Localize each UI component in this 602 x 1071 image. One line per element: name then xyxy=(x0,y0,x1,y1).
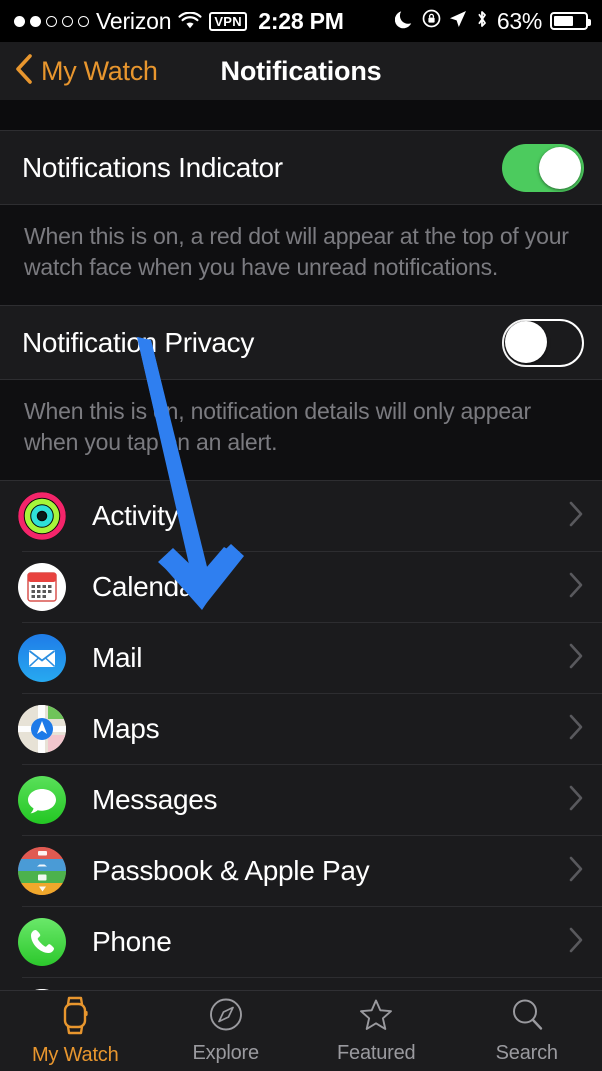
do-not-disturb-moon-icon xyxy=(395,9,414,34)
tab-label-explore: Explore xyxy=(193,1042,259,1065)
tab-bar[interactable]: My Watch Explore Featured xyxy=(0,990,602,1071)
app-label-mail: Mail xyxy=(92,642,568,674)
activity-app-icon xyxy=(18,492,66,540)
tab-label-featured: Featured xyxy=(337,1042,415,1065)
carrier-label: Verizon xyxy=(96,8,171,35)
notification-privacy-group: Notification Privacy xyxy=(0,306,602,379)
cellular-signal-dots xyxy=(14,16,89,27)
chevron-right-icon xyxy=(568,926,584,959)
tab-featured[interactable]: Featured xyxy=(301,991,452,1071)
tab-explore[interactable]: Explore xyxy=(151,991,302,1071)
signal-dot-filled xyxy=(14,16,25,27)
mail-app-icon xyxy=(18,634,66,682)
app-row-activity[interactable]: Activity xyxy=(0,481,602,551)
navigation-bar: My Watch Notifications xyxy=(0,42,602,100)
notifications-indicator-group: Notifications Indicator xyxy=(0,131,602,204)
toggle-knob xyxy=(539,147,581,189)
app-row-passbook[interactable]: Passbook & Apple Pay xyxy=(0,836,602,906)
chevron-right-icon xyxy=(568,855,584,888)
app-notification-list: Activity xyxy=(0,481,602,1048)
app-row-messages[interactable]: Messages xyxy=(0,765,602,835)
chevron-right-icon xyxy=(568,784,584,817)
status-bar: Verizon VPN 2:28 PM xyxy=(0,0,602,42)
compass-icon xyxy=(209,997,243,1038)
location-arrow-icon xyxy=(449,10,467,33)
status-bar-left: Verizon VPN xyxy=(14,8,247,35)
app-label-passbook: Passbook & Apple Pay xyxy=(92,855,568,887)
app-row-mail[interactable]: Mail xyxy=(0,623,602,693)
signal-dot-empty xyxy=(46,16,57,27)
settings-list[interactable]: Notifications Indicator When this is on,… xyxy=(0,100,602,1071)
chevron-left-icon xyxy=(14,53,34,90)
chevron-right-icon xyxy=(568,500,584,533)
status-bar-right: 63% xyxy=(395,8,588,35)
app-label-phone: Phone xyxy=(92,926,568,958)
star-icon xyxy=(358,997,394,1038)
tab-my-watch[interactable]: My Watch xyxy=(0,991,151,1071)
app-row-maps[interactable]: Maps xyxy=(0,694,602,764)
chevron-right-icon xyxy=(568,713,584,746)
phone-app-icon xyxy=(18,918,66,966)
chevron-right-icon xyxy=(568,571,584,604)
vpn-badge: VPN xyxy=(209,12,247,31)
iphone-screen: Verizon VPN 2:28 PM xyxy=(0,0,602,1071)
app-label-maps: Maps xyxy=(92,713,568,745)
notification-privacy-toggle[interactable] xyxy=(502,319,584,367)
notification-privacy-footer: When this is on, notification details wi… xyxy=(0,380,602,480)
notifications-indicator-toggle[interactable] xyxy=(502,144,584,192)
rotation-lock-icon xyxy=(422,9,441,33)
app-row-phone[interactable]: Phone xyxy=(0,907,602,977)
app-label-messages: Messages xyxy=(92,784,568,816)
wifi-icon xyxy=(178,12,202,30)
tab-label-my-watch: My Watch xyxy=(32,1044,119,1067)
top-spacer xyxy=(0,100,602,130)
signal-dot-filled xyxy=(30,16,41,27)
toggle-knob xyxy=(505,321,547,363)
battery-icon xyxy=(550,12,588,30)
bluetooth-icon xyxy=(475,9,489,34)
notification-privacy-label: Notification Privacy xyxy=(22,327,502,359)
watch-icon xyxy=(58,995,92,1040)
back-button[interactable]: My Watch xyxy=(14,53,158,90)
battery-percent-label: 63% xyxy=(497,8,542,35)
calendar-app-icon xyxy=(18,563,66,611)
battery-fill xyxy=(554,16,573,26)
app-label-calendar: Calendar xyxy=(92,571,568,603)
notifications-indicator-label: Notifications Indicator xyxy=(22,152,502,184)
signal-dot-empty xyxy=(78,16,89,27)
row-notifications-indicator[interactable]: Notifications Indicator xyxy=(0,131,602,204)
app-row-calendar[interactable]: Calendar xyxy=(0,552,602,622)
magnifier-icon xyxy=(510,997,544,1038)
tab-search[interactable]: Search xyxy=(452,991,602,1071)
passbook-app-icon xyxy=(18,847,66,895)
chevron-right-icon xyxy=(568,642,584,675)
tab-label-search: Search xyxy=(496,1042,558,1065)
messages-app-icon xyxy=(18,776,66,824)
app-label-activity: Activity xyxy=(92,500,568,532)
maps-app-icon xyxy=(18,705,66,753)
back-button-label: My Watch xyxy=(41,56,158,87)
signal-dot-empty xyxy=(62,16,73,27)
notifications-indicator-footer: When this is on, a red dot will appear a… xyxy=(0,205,602,305)
row-notification-privacy[interactable]: Notification Privacy xyxy=(0,306,602,379)
